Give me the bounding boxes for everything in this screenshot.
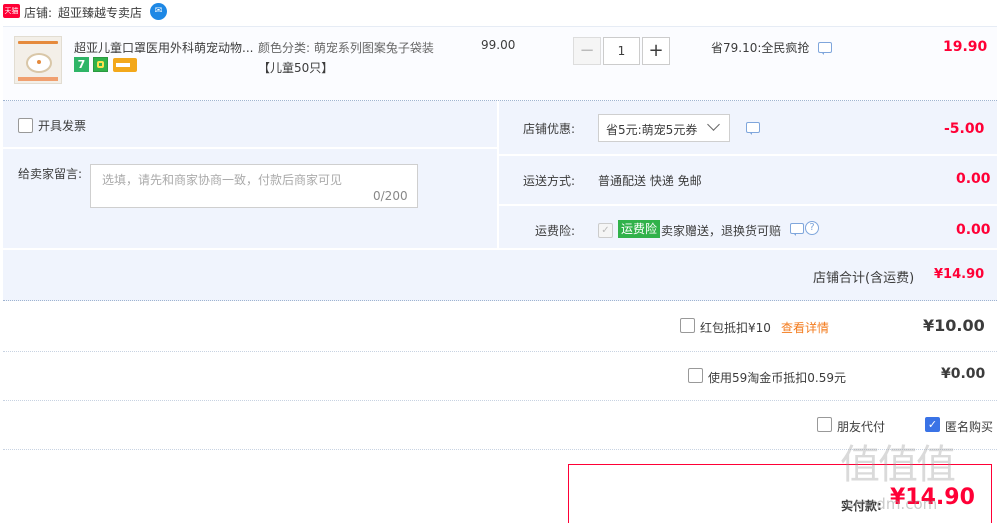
promotion-text: 省79.10:全民疯抢 bbox=[711, 41, 810, 55]
divider bbox=[3, 147, 497, 149]
friend-pay-checkbox[interactable] bbox=[817, 417, 832, 432]
thumbnail-footer bbox=[18, 77, 58, 81]
divider bbox=[497, 101, 499, 248]
shop-name-link[interactable]: 超亚臻越专卖店 bbox=[58, 4, 142, 21]
shop-total-label: 店铺合计(含运费) bbox=[813, 271, 915, 286]
coupon-select[interactable]: 省5元:萌宠5元券 bbox=[598, 114, 730, 142]
guarantee-icon-inner bbox=[97, 61, 104, 68]
message-char-count: 0/200 bbox=[373, 189, 408, 203]
redpacket-label: 红包抵扣¥10 bbox=[700, 321, 771, 335]
shop-discount-value: -5.00 bbox=[944, 121, 985, 137]
credit-card-stripe bbox=[116, 63, 130, 67]
coins-value: ¥0.00 bbox=[941, 366, 986, 382]
seller-message-input[interactable]: 选填，请先和商家协商一致，付款后商家可见 0/200 bbox=[90, 164, 418, 208]
insurance-checkbox: ✓ bbox=[598, 223, 613, 238]
watermark-url: smzdm.com bbox=[846, 495, 938, 513]
quantity-stepper: − 1 + bbox=[573, 36, 670, 66]
help-icon[interactable]: ? bbox=[805, 221, 819, 235]
shipping-label: 运送方式: bbox=[523, 174, 576, 188]
insurance-chat-icon[interactable] bbox=[790, 223, 804, 236]
watermark-logo: 值值值 bbox=[840, 442, 956, 488]
shop-total-value: ¥14.90 bbox=[934, 267, 985, 282]
product-title-link[interactable]: 超亚儿童口罩医用外科萌宠动物... bbox=[74, 39, 259, 56]
message-label: 给卖家留言: bbox=[18, 167, 83, 181]
quantity-increase-button[interactable]: + bbox=[642, 37, 670, 65]
anonymous-purchase-checkbox[interactable]: ✓ bbox=[925, 417, 940, 432]
invoice-label: 开具发票 bbox=[38, 119, 87, 133]
insurance-price: 0.00 bbox=[956, 222, 991, 238]
divider bbox=[3, 351, 997, 352]
divider bbox=[499, 154, 997, 156]
coupon-selected-value: 省5元:萌宠5元券 bbox=[606, 123, 698, 137]
divider bbox=[3, 400, 997, 401]
shipping-price: 0.00 bbox=[956, 171, 991, 187]
shipping-method: 普通配送 快递 免邮 bbox=[598, 174, 702, 188]
invoice-checkbox[interactable] bbox=[18, 118, 33, 133]
coins-checkbox[interactable] bbox=[688, 368, 703, 383]
chat-bubble-icon[interactable]: ✉ bbox=[150, 3, 167, 20]
coins-label: 使用59淘金币抵扣0.59元 bbox=[708, 371, 846, 385]
shop-label: 店铺: bbox=[24, 6, 53, 20]
sku-color: 颜色分类: 萌宠系列图案兔子袋装 bbox=[258, 41, 434, 55]
shop-discount-label: 店铺优惠: bbox=[523, 122, 576, 136]
insurance-description: 卖家赠送，退换货可赔 bbox=[661, 224, 782, 238]
credit-card-icon[interactable] bbox=[113, 58, 137, 72]
insurance-label: 运费险: bbox=[535, 224, 576, 238]
redpacket-checkbox[interactable] bbox=[680, 318, 695, 333]
product-thumbnail[interactable] bbox=[14, 36, 62, 84]
sku-variant: 【儿童50只】 bbox=[258, 61, 334, 75]
message-placeholder: 选填，请先和商家协商一致，付款后商家可见 bbox=[102, 173, 343, 187]
promo-info-icon[interactable] bbox=[818, 42, 832, 55]
product-row: 超亚儿童口罩医用外科萌宠动物... 7 颜色分类: 萌宠系列图案兔子袋装 【儿童… bbox=[3, 26, 997, 101]
chevron-down-icon bbox=[707, 118, 720, 131]
guarantee-icon[interactable] bbox=[93, 57, 108, 72]
unit-price: 99.00 bbox=[481, 38, 516, 52]
tmall-badge: 天猫 bbox=[3, 4, 20, 18]
quantity-input[interactable]: 1 bbox=[603, 37, 640, 65]
divider bbox=[499, 204, 997, 206]
thumbnail-banner bbox=[18, 41, 58, 44]
seven-day-return-icon[interactable]: 7 bbox=[74, 57, 89, 72]
redpacket-details-link[interactable]: 查看详情 bbox=[781, 319, 829, 336]
thumbnail-dot bbox=[37, 60, 41, 64]
shop-header: 天猫 店铺: 超亚臻越专卖店 ✉ bbox=[0, 0, 997, 26]
redpacket-value: ¥10.00 bbox=[923, 316, 985, 335]
coupon-info-icon[interactable] bbox=[746, 122, 760, 135]
insurance-badge: 运费险 bbox=[618, 220, 661, 238]
quantity-decrease-button[interactable]: − bbox=[573, 37, 601, 65]
divider bbox=[3, 248, 997, 250]
item-subtotal: 19.90 bbox=[943, 39, 988, 55]
order-options-panel: 开具发票 给卖家留言: 选填，请先和商家协商一致，付款后商家可见 0/200 店… bbox=[3, 101, 997, 301]
